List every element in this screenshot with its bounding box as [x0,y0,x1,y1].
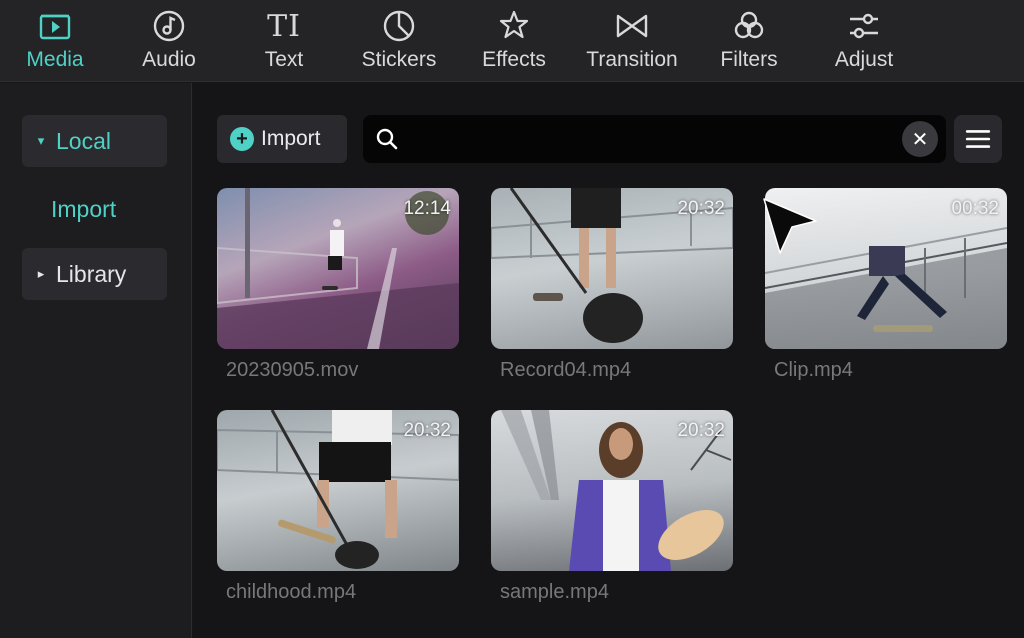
duration-label: 20:32 [677,420,725,441]
caret-right-icon: ▸ [37,266,45,281]
tab-media[interactable]: Media [20,0,90,82]
sidebar-item-label: Library [56,260,127,287]
media-icon [35,6,75,46]
filters-icon [729,6,769,46]
tab-transition[interactable]: Transition [579,0,685,82]
file-name: Clip.mp4 [774,359,853,381]
tab-text[interactable]: TI Text [249,0,319,82]
stickers-icon [379,6,419,46]
duration-label: 00:32 [951,198,999,219]
tab-label: Media [26,48,84,71]
media-item[interactable]: 12:14 20230905.mov [217,188,459,382]
import-button-label: Import [261,127,321,150]
tab-label: Transition [586,48,678,71]
adjust-icon [844,6,884,46]
tab-effects[interactable]: Effects [474,0,554,82]
sidebar-item-label: Import [51,195,117,222]
video-thumbnail[interactable]: 20:32 [491,188,733,349]
search-input[interactable] [411,123,891,155]
tab-stickers[interactable]: Stickers [355,0,443,82]
tab-filters[interactable]: Filters [714,0,784,82]
media-item[interactable]: 20:32 childhood.mp4 [217,410,459,604]
audio-icon [149,6,189,46]
tab-label: Filters [720,48,778,71]
view-menu-button[interactable] [954,115,1002,163]
top-toolbar: Media Audio TI Text Stickers Effects Tra… [0,0,1024,82]
text-icon: TI [264,6,304,46]
file-name: childhood.mp4 [226,581,357,603]
tab-audio[interactable]: Audio [134,0,204,82]
tab-label: Audio [142,48,196,71]
text-icon-glyph: TI [267,8,301,44]
effects-icon [494,6,534,46]
menu-icon [965,130,991,148]
transition-icon [612,6,652,46]
mouse-cursor-icon [763,198,817,254]
sidebar-item-local[interactable]: ▾ Local [22,115,167,167]
video-thumbnail[interactable]: 20:32 [217,410,459,571]
media-item[interactable]: 20:32 sample.mp4 [491,410,733,604]
file-name: 20230905.mov [226,359,359,381]
tab-label: Effects [482,48,546,71]
media-panel: + Import ✕ 12:14 20230905.mov 20:32 Reco… [193,83,1024,638]
caret-down-icon: ▾ [37,133,45,148]
media-item[interactable]: 20:32 Record04.mp4 [491,188,733,382]
sidebar-item-library[interactable]: ▸ Library [22,248,167,300]
tab-label: Text [264,48,304,71]
file-name: Record04.mp4 [500,359,632,381]
close-icon: ✕ [911,127,929,151]
search-icon [376,128,398,150]
duration-label: 20:32 [403,420,451,441]
sidebar: ▾ Local Import ▸ Library [0,83,192,638]
search-bar: ✕ [363,115,946,163]
sidebar-item-import[interactable]: Import [22,183,167,235]
duration-label: 20:32 [677,198,725,219]
duration-label: 12:14 [403,198,451,219]
clear-search-button[interactable]: ✕ [902,121,938,157]
tab-adjust[interactable]: Adjust [829,0,899,82]
sidebar-item-label: Local [56,127,111,154]
video-thumbnail[interactable]: 20:32 [491,410,733,571]
file-name: sample.mp4 [500,581,609,603]
plus-icon: + [230,127,254,151]
tab-label: Adjust [834,48,894,71]
video-thumbnail[interactable]: 12:14 [217,188,459,349]
tab-label: Stickers [361,48,437,71]
import-button[interactable]: + Import [217,115,347,163]
